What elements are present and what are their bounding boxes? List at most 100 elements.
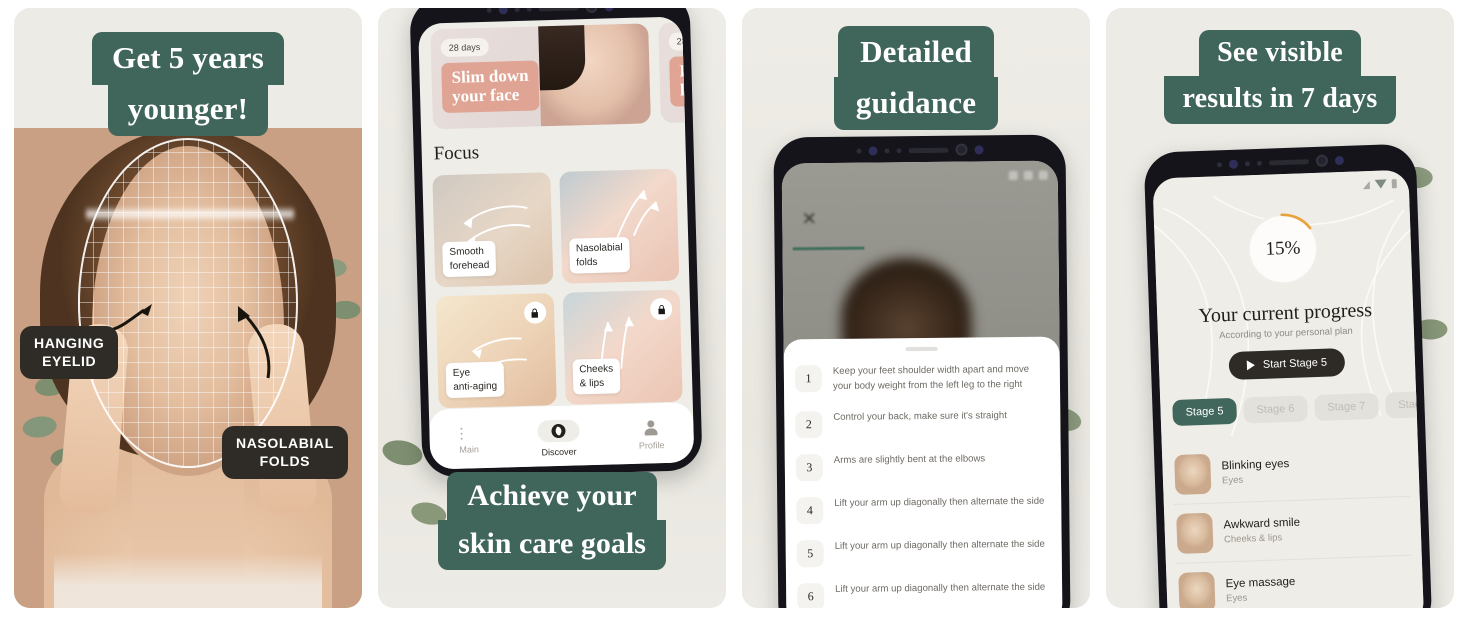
screenshot-gallery: Get 5 years younger! HANGING EYELID NASO… [0,0,1460,620]
focus-label-line-1: Nasolabial [575,242,623,255]
camera-lens-icon [954,143,968,156]
annotation-tag-hanging-eyelid: HANGING EYELID [20,326,119,379]
focus-label-line-2: & lips [579,377,605,389]
focus-label-line-1: Eye [452,367,471,379]
step-text: Lift your arm up diagonally then alterna… [835,581,1046,595]
tab-label: Main [459,443,480,455]
front-camera-icon [498,8,508,15]
instruction-step: 4 Lift your arm up diagonally then alter… [785,485,1061,531]
instruction-step: 5 Lift your arm up diagonally then alter… [786,528,1062,574]
card-title-line-1: Slim down [451,65,529,87]
instruction-step: 1 Keep your feet shoulder width apart an… [784,354,1060,403]
sensor-dot-icon [884,147,890,153]
step-number: 2 [795,410,823,439]
program-card-carousel[interactable]: 28 days Slim down your face 28 B lo [418,16,695,130]
focus-label-line-1: Smooth [449,246,485,258]
tab-label: Profile [638,440,665,451]
card-title-line-2: your face [451,85,520,106]
sensor-dot-icon [1216,161,1222,167]
instructions-sheet: 1 Keep your feet shoulder width apart an… [783,336,1063,608]
exercise-thumbnail [1178,571,1216,608]
phone-mockup-discover: 28 days Slim down your face 28 B lo Focu… [409,8,703,478]
focus-label-line-2: anti-aging [453,380,498,393]
tab-discover[interactable]: Discover [537,418,580,457]
front-camera-icon [1228,159,1238,169]
focus-tile-label: Smooth forehead [442,240,497,278]
stage-chip-8[interactable]: Stage 8 [1384,390,1425,419]
program-card-photo [538,23,651,127]
footline-line-2: skin care goals [438,520,666,570]
progress-bar [792,246,865,251]
sensor-dot-icon [1334,155,1344,165]
focus-label-line-1: Cheeks [579,363,614,376]
focus-tile-eye-anti-aging[interactable]: Eye anti-aging [435,293,557,409]
instruction-step: 3 Arms are slightly bent at the elbows [785,442,1061,488]
earpiece-speaker-icon [538,8,579,11]
sensor-dot-icon [526,8,532,12]
step-number: 1 [794,365,823,393]
duration-badge: 28 [668,32,695,51]
battery-icon [1038,170,1048,180]
status-icons [1008,170,1048,181]
sensor-dot-icon [1256,160,1262,166]
start-stage-button[interactable]: Start Stage 5 [1228,347,1346,381]
progress-percent-label: 15% [1265,237,1301,260]
exercise-category: Eyes [1221,474,1244,487]
camera-lens-icon [585,8,598,14]
focus-tile-cheeks-and-lips[interactable]: Cheeks & lips [562,289,683,405]
earpiece-speaker-icon [908,147,949,153]
promo-panel-3: Detailed guidance 1 Keep your feet shoul… [742,8,1090,608]
panel2-footline: Achieve your skin care goals [378,472,726,570]
step-text: Lift your arm up diagonally then alterna… [834,495,1045,509]
step-text: Keep your feet shoulder width apart and … [832,363,1030,392]
stage-chip-6[interactable]: Stage 6 [1243,395,1308,424]
program-card-title: Slim down your face [441,60,540,114]
instruction-step: 6 Lift your arm up diagonally then alter… [786,571,1062,608]
phone-mockup-guidance: 1 Keep your feet shoulder width apart an… [773,134,1071,608]
program-card[interactable]: 28 B lo [658,16,695,124]
stage-chip-5[interactable]: Stage 5 [1172,397,1237,427]
close-icon[interactable] [802,211,816,225]
program-card-title: B lo [669,55,695,107]
earpiece-speaker-icon [1268,158,1309,166]
tab-main[interactable]: Main [459,427,480,455]
sensor-dot-icon [856,148,862,154]
exercise-thumbnail [1174,453,1212,495]
wifi-icon [1023,170,1033,180]
stage-chip-7[interactable]: Stage 7 [1313,392,1379,422]
list-item[interactable]: Eye massage Eyes [1175,555,1414,608]
focus-tile-label: Cheeks & lips [572,358,621,395]
sheet-grabber-handle[interactable] [905,346,938,352]
list-item[interactable]: Blinking eyes Eyes [1171,437,1410,506]
tag-line-2: EYELID [42,352,97,369]
card-title-line-2: lo [679,80,694,100]
focus-label-line-2: forehead [449,259,490,272]
sensor-dot-icon [1244,160,1250,166]
tag-line-2: FOLDS [259,452,311,469]
sensor-dot-icon [973,144,984,154]
phone-screen-guidance: 1 Keep your feet shoulder width apart an… [781,160,1063,608]
tab-label: Discover [541,446,577,457]
lock-icon [523,301,546,324]
headline-line-1: Get 5 years [92,32,284,85]
exercise-thumbnail [1176,512,1214,554]
promo-panel-1: Get 5 years younger! HANGING EYELID NASO… [14,8,362,608]
focus-tile-smooth-forehead[interactable]: Smooth forehead [432,172,553,288]
phone-notch [773,141,1065,158]
progress-ring: 15% [1243,209,1324,290]
tab-profile[interactable]: Profile [638,420,665,451]
step-text: Lift your arm up diagonally then alterna… [834,538,1045,552]
phone-screen-progress: 15% Your current progress According to y… [1152,169,1425,608]
focus-tile-nasolabial-folds[interactable]: Nasolabial folds [558,168,680,284]
program-card[interactable]: 28 days Slim down your face [430,23,651,130]
card-title-line-1: B [679,61,692,81]
tag-line-1: NASOLABIAL [236,435,334,451]
focus-section-title: Focus [433,142,480,165]
sensor-dot-icon [486,8,492,13]
focus-tile-label: Eye anti-aging [445,361,505,399]
list-item[interactable]: Awkward smile Cheeks & lips [1173,496,1412,565]
focus-label-line-2: folds [576,256,598,268]
duration-badge: 28 days [440,37,489,58]
status-icons [1362,179,1397,189]
step-number: 4 [796,496,824,525]
